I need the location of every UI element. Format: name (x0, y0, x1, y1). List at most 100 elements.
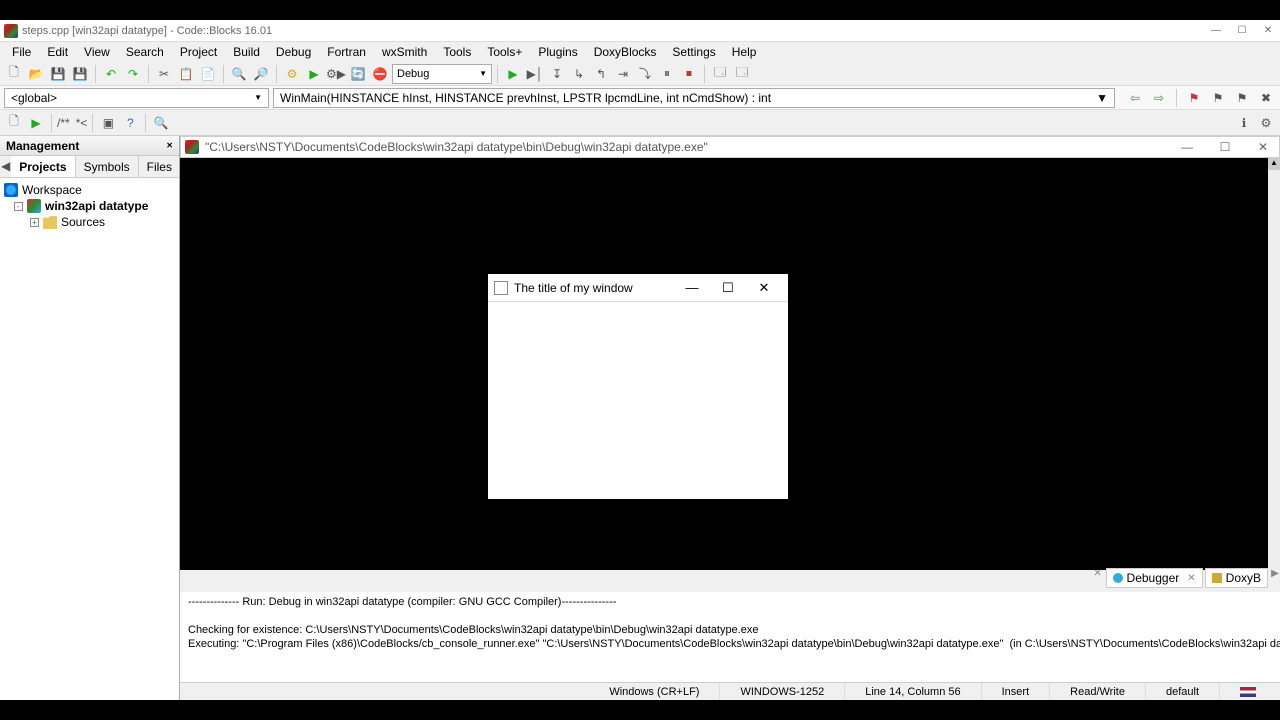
bookmark-next-icon[interactable]: ⚑ (1232, 88, 1252, 108)
next-instruction-icon[interactable]: ⇥ (613, 64, 633, 84)
maximize-button[interactable]: ☐ (1234, 23, 1250, 39)
menu-view[interactable]: View (76, 43, 118, 61)
menu-toolsplus[interactable]: Tools+ (479, 43, 530, 61)
copy-icon[interactable]: 📋 (176, 64, 196, 84)
tab-files[interactable]: Files (139, 156, 181, 177)
replace-icon[interactable]: 🔎 (251, 64, 271, 84)
next-line-icon[interactable]: ↧ (547, 64, 567, 84)
save-all-icon[interactable]: 💾 (70, 64, 90, 84)
paste-icon[interactable]: 📄 (198, 64, 218, 84)
jump-forward-icon[interactable]: ⇨ (1149, 88, 1169, 108)
aux-tab-close-icon[interactable]: ✕ (1092, 568, 1104, 588)
debug-continue-icon[interactable]: ▶ (503, 64, 523, 84)
menu-file[interactable]: File (4, 43, 39, 61)
tab-debugger[interactable]: Debugger ✕ (1106, 568, 1203, 588)
management-header[interactable]: Management ✕ (0, 136, 179, 156)
sample-title-text: The title of my window (514, 281, 674, 295)
redo-icon[interactable]: ↷ (123, 64, 143, 84)
step-out-icon[interactable]: ↰ (591, 64, 611, 84)
menu-fortran[interactable]: Fortran (319, 43, 374, 61)
run-to-cursor-icon[interactable]: ▶│ (525, 64, 545, 84)
sample-titlebar[interactable]: The title of my window — ☐ ✕ (488, 274, 788, 302)
tab-projects[interactable]: Projects (11, 156, 75, 177)
info-icon[interactable]: ℹ (1234, 113, 1254, 133)
status-encoding: WINDOWS-1252 (720, 683, 845, 700)
app-icon (4, 24, 18, 38)
aux-tab-scroll-icon[interactable]: ▶ (1270, 568, 1280, 588)
language-flag-icon[interactable] (1240, 687, 1256, 697)
rebuild-icon[interactable]: 🔄 (348, 64, 368, 84)
menu-doxyblocks[interactable]: DoxyBlocks (586, 43, 665, 61)
bookmark-toggle-icon[interactable]: ⚑ (1184, 88, 1204, 108)
scope-dropdown[interactable]: <global> ▼ (4, 88, 269, 108)
menu-search[interactable]: Search (118, 43, 172, 61)
cut-icon[interactable]: ✂ (154, 64, 174, 84)
select-target-icon[interactable]: 🗋 (4, 113, 24, 133)
scroll-up-icon[interactable]: ▲ (1268, 158, 1280, 170)
build-log-panel[interactable]: -------------- Run: Debug in win32api da… (180, 592, 1280, 682)
step-into-instruction-icon[interactable]: ⤵ (635, 64, 655, 84)
minimize-button[interactable]: — (1208, 23, 1224, 39)
tab-doxy[interactable]: DoxyB (1205, 568, 1268, 588)
open-file-icon[interactable]: 📂 (26, 64, 46, 84)
console-titlebar[interactable]: "C:\Users\NSTY\Documents\CodeBlocks\win3… (180, 136, 1280, 158)
stop-debugger-icon[interactable]: ⏹ (679, 64, 699, 84)
close-button[interactable]: ✕ (1260, 23, 1276, 39)
status-cursor: Line 14, Column 56 (845, 683, 981, 700)
abort-icon[interactable]: ⛔ (370, 64, 390, 84)
build-target-dropdown[interactable]: Debug ▼ (392, 64, 492, 84)
bookmark-prev-icon[interactable]: ⚑ (1208, 88, 1228, 108)
close-icon[interactable]: ✕ (1187, 573, 1195, 584)
new-file-icon[interactable]: 🗋 (4, 64, 24, 84)
menu-tools[interactable]: Tools (435, 43, 479, 61)
sample-close-button[interactable]: ✕ (746, 275, 782, 301)
sample-app-window[interactable]: The title of my window — ☐ ✕ (488, 274, 788, 499)
console-maximize-button[interactable]: ☐ (1213, 139, 1237, 155)
bookmark-clear-icon[interactable]: ✖ (1256, 88, 1276, 108)
tree-project[interactable]: - win32api datatype (4, 198, 175, 214)
run-icon[interactable]: ▶ (304, 64, 324, 84)
console-window: "C:\Users\NSTY\Documents\CodeBlocks\win3… (180, 136, 1280, 570)
doxy-help-icon[interactable]: ? (120, 113, 140, 133)
expander-icon[interactable]: + (30, 218, 39, 227)
menu-plugins[interactable]: Plugins (530, 43, 585, 61)
build-target-value: Debug (397, 68, 429, 80)
symbol-dropdown[interactable]: WinMain(HINSTANCE hInst, HINSTANCE prevh… (273, 88, 1115, 108)
menu-debug[interactable]: Debug (268, 43, 319, 61)
menu-edit[interactable]: Edit (39, 43, 76, 61)
sample-maximize-button[interactable]: ☐ (710, 275, 746, 301)
save-icon[interactable]: 💾 (48, 64, 68, 84)
search-tb-icon[interactable]: 🔍 (151, 113, 171, 133)
comment-token-1[interactable]: /** (57, 116, 70, 130)
find-icon[interactable]: 🔍 (229, 64, 249, 84)
build-icon[interactable]: ⚙ (282, 64, 302, 84)
menu-wxsmith[interactable]: wxSmith (374, 43, 435, 61)
console-close-button[interactable]: ✕ (1251, 139, 1275, 155)
menu-project[interactable]: Project (172, 43, 225, 61)
comment-token-2[interactable]: *< (76, 116, 88, 130)
various-info-icon[interactable]: 🗔 (732, 64, 752, 84)
title-bar: steps.cpp [win32api datatype] - Code::Bl… (0, 20, 1280, 42)
jump-back-icon[interactable]: ⇦ (1125, 88, 1145, 108)
console-scrollbar[interactable]: ▲ (1268, 158, 1280, 570)
menu-settings[interactable]: Settings (664, 43, 723, 61)
tab-scroll-left-icon[interactable]: ◀ (0, 156, 11, 176)
sample-minimize-button[interactable]: — (674, 275, 710, 301)
debugging-windows-icon[interactable]: 🗔 (710, 64, 730, 84)
break-debugger-icon[interactable]: ⏸ (657, 64, 677, 84)
undo-icon[interactable]: ↶ (101, 64, 121, 84)
doxy-run-icon[interactable]: ▣ (98, 113, 118, 133)
tree-workspace[interactable]: Workspace (4, 182, 175, 198)
build-run-icon[interactable]: ⚙▶ (326, 64, 346, 84)
gear-icon[interactable]: ⚙ (1256, 113, 1276, 133)
status-rw: Read/Write (1050, 683, 1146, 700)
tree-sources[interactable]: + Sources (4, 214, 175, 230)
project-label: win32api datatype (45, 199, 148, 213)
step-into-icon[interactable]: ↳ (569, 64, 589, 84)
run-target-icon[interactable]: ▶ (26, 113, 46, 133)
menu-help[interactable]: Help (724, 43, 765, 61)
expander-icon[interactable]: - (14, 202, 23, 211)
tab-symbols[interactable]: Symbols (76, 156, 139, 177)
console-minimize-button[interactable]: — (1175, 139, 1199, 155)
menu-build[interactable]: Build (225, 43, 268, 61)
